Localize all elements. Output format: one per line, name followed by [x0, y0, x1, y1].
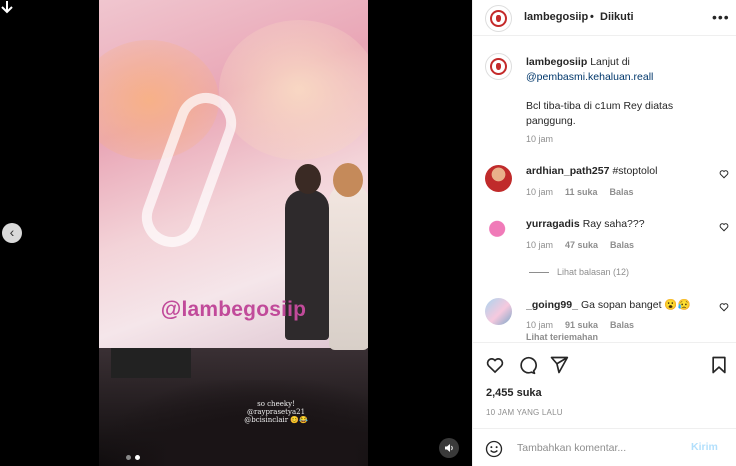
download-arrow-icon[interactable]	[0, 0, 14, 14]
overlay-line: so cheeky!	[257, 400, 295, 408]
commenter-username[interactable]: yurragadis	[526, 218, 580, 230]
comment-text: yurragadis Ray saha???	[526, 218, 711, 230]
comment-bubble-icon[interactable]	[517, 355, 537, 375]
commenter-avatar[interactable]	[485, 218, 512, 245]
commenter-username[interactable]: ardhian_path257	[526, 165, 609, 177]
share-send-icon[interactable]	[549, 355, 569, 375]
commenter-avatar[interactable]	[485, 165, 512, 192]
reply-button[interactable]: Balas	[610, 187, 634, 197]
comment-meta: 10 jam 91 suka Balas	[526, 320, 634, 330]
comment-like-heart-icon[interactable]	[719, 302, 729, 312]
carousel-dot	[126, 455, 131, 460]
caption-username[interactable]: lambegosiip	[526, 56, 587, 68]
stage-speaker	[111, 348, 191, 378]
view-replies-button[interactable]: Lihat balasan (12)	[529, 267, 629, 277]
chevron-left-icon: ‹	[9, 224, 15, 240]
caption-body: Bcl tiba-tiba di c1um Rey diatas panggun…	[526, 100, 674, 127]
author-username[interactable]: lambegosiip	[524, 11, 588, 23]
overlay-line: @bcisinclair 😊😂	[244, 416, 308, 424]
comment-body: Ray saha???	[582, 218, 645, 230]
post-header: lambegosiip • Diikuti •••	[473, 0, 736, 36]
comment-time[interactable]: 10 jam	[526, 187, 553, 197]
view-replies-label: Lihat balasan (12)	[557, 267, 630, 277]
overlay-line: @rayprasetya21	[246, 408, 306, 416]
follow-status-button[interactable]: Diikuti	[600, 11, 634, 23]
like-heart-icon[interactable]	[485, 355, 505, 375]
comment-likes[interactable]: 47 suka	[565, 240, 598, 250]
emoji-icon[interactable]	[485, 440, 503, 458]
comment-like-heart-icon[interactable]	[719, 169, 729, 179]
instagram-post-viewer: @lambegosiip so cheeky! @rayprasetya21 @…	[0, 0, 736, 466]
previous-slide-button[interactable]: ‹	[2, 223, 22, 243]
add-comment-bar: Kirim	[473, 428, 736, 466]
video-watermark: @lambegosiip	[160, 298, 307, 321]
audio-toggle-button[interactable]	[439, 438, 459, 458]
crowd-silhouette	[99, 380, 368, 466]
bookmark-icon[interactable]	[709, 355, 729, 375]
comment-input[interactable]	[517, 438, 677, 458]
carousel-indicator	[126, 455, 140, 460]
comment-text: ardhian_path257 #stoptolol	[526, 165, 711, 177]
author-avatar[interactable]	[485, 53, 512, 80]
comment-time[interactable]: 10 jam	[526, 320, 553, 330]
story-overlay-text: so cheeky! @rayprasetya21 @bcisinclair 😊…	[241, 400, 311, 424]
comment-text: _going99_ Ga sopan banget 😮😥	[526, 298, 711, 311]
post-comment-button[interactable]: Kirim	[691, 441, 718, 453]
comment-meta: 10 jam 47 suka Balas	[526, 240, 634, 250]
reply-button[interactable]: Balas	[610, 240, 634, 250]
follow-separator: •	[590, 11, 594, 23]
caption-time[interactable]: 10 jam	[526, 134, 553, 144]
performer-female	[329, 163, 368, 350]
post-video[interactable]: @lambegosiip so cheeky! @rayprasetya21 @…	[99, 0, 368, 466]
more-horizontal-icon[interactable]: •••	[712, 9, 730, 25]
post-date[interactable]: 10 JAM YANG LALU	[486, 408, 563, 417]
comment-meta: 10 jam 11 suka Balas	[526, 187, 634, 197]
post-actions	[473, 342, 736, 382]
see-translation-link[interactable]: Lihat terjemahan	[526, 332, 598, 340]
comment-likes[interactable]: 91 suka	[565, 320, 598, 330]
commenter-username[interactable]: _going99_	[526, 299, 578, 311]
caption-intro: Lanjut di	[590, 56, 630, 68]
comment-like-heart-icon[interactable]	[719, 222, 729, 232]
likes-count[interactable]: 2,455 suka	[486, 387, 542, 399]
caption-text: lambegosiip Lanjut di @pembasmi.kehaluan…	[526, 55, 722, 85]
comment-body: #stoptolol	[612, 165, 658, 177]
replies-divider	[529, 271, 549, 273]
media-panel: @lambegosiip so cheeky! @rayprasetya21 @…	[0, 0, 472, 466]
comment-item: ardhian_path257 #stoptolol 10 jam 11 suka…	[473, 165, 736, 207]
comments-panel: lambegosiip • Diikuti ••• lambegosiip La…	[472, 0, 736, 466]
comment-body: Ga sopan banget 😮😥	[580, 299, 691, 311]
author-avatar[interactable]	[485, 5, 512, 32]
comment-item: yurragadis Ray saha??? 10 jam 47 suka Bal…	[473, 218, 736, 260]
comment-time[interactable]: 10 jam	[526, 240, 553, 250]
carousel-dot-active	[135, 455, 140, 460]
caption-mention[interactable]: @pembasmi.kehaluan.reall	[526, 71, 653, 83]
comment-likes[interactable]: 11 suka	[565, 187, 598, 197]
background-light	[219, 20, 368, 160]
comment-item: _going99_ Ga sopan banget 😮😥 10 jam 91 su…	[473, 298, 736, 340]
commenter-avatar[interactable]	[485, 298, 512, 325]
reply-button[interactable]: Balas	[610, 320, 634, 330]
speaker-icon	[445, 444, 453, 452]
